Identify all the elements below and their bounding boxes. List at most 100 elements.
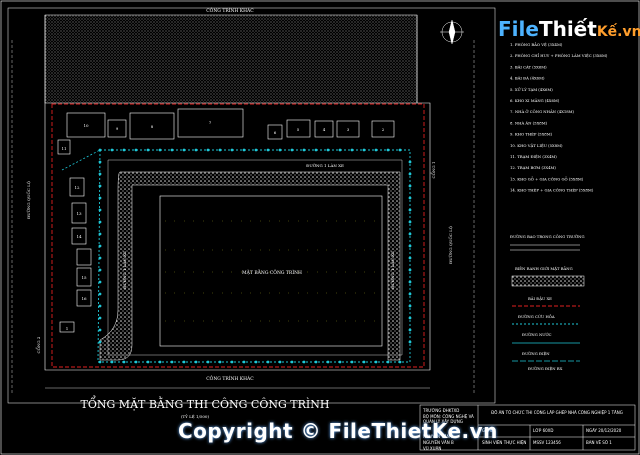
legend-item: 6. KHO XI MĂNG (4X6M) [510, 98, 560, 103]
light-point [408, 172, 412, 176]
road-left-label: ĐƯỜNG 1 LÀN XE [122, 251, 127, 289]
light-point [98, 232, 102, 236]
light-point [98, 328, 102, 332]
light-point [266, 148, 270, 152]
light-point [374, 148, 378, 152]
light-point [408, 184, 412, 188]
light-point [408, 232, 412, 236]
light-point [408, 196, 412, 200]
building-label: 7 [209, 120, 212, 125]
legend-item: 3. BÃI CÁT (5X6M) [510, 64, 547, 69]
light-point [408, 340, 412, 344]
legend-fence-label: ĐƯỜNG CỨU HỎA [518, 314, 555, 319]
left-buildings [57, 139, 92, 333]
light-point [98, 172, 102, 176]
light-point [182, 360, 186, 364]
light-point [408, 160, 412, 164]
light-point [98, 360, 102, 364]
light-point [408, 328, 412, 332]
light-point [98, 280, 102, 284]
light-point [158, 148, 162, 152]
gate-1-label: CỔNG 1 [431, 162, 436, 179]
legend-item: 4. BÃI ĐÁ (4X6M) [510, 76, 545, 81]
light-point [98, 184, 102, 188]
copyright-watermark: Copyright © FileThietKe.vn [178, 419, 498, 443]
light-point [98, 340, 102, 344]
light-point [408, 268, 412, 272]
light-point [170, 360, 174, 364]
light-point [408, 292, 412, 296]
light-point [98, 292, 102, 296]
building-label: 3 [347, 127, 350, 132]
light-point [146, 148, 150, 152]
building-label: 11 [61, 146, 66, 151]
light-point [98, 244, 102, 248]
light-point [290, 360, 294, 364]
building-label: 4 [323, 127, 326, 132]
light-point [362, 148, 366, 152]
light-point [350, 360, 354, 364]
building-label: 13 [76, 211, 82, 216]
light-point [408, 244, 412, 248]
legend-boundary-label: BIÊN RANH GIỚI MẶT BẰNG [515, 265, 573, 271]
legend-item: 14. KHO THÉP + GIA CÔNG THÉP (5X8M) [510, 188, 594, 193]
building-label: 12 [74, 185, 80, 190]
left-road-label: ĐƯỜNG QUỐC LỘ [26, 180, 31, 219]
light-point [314, 148, 318, 152]
legend-item: 13. KHO GỖ + GIA CÔNG GỖ (5X8M) [510, 176, 584, 181]
drawing-title: TỔNG MẶT BẰNG THI CÔNG CÔNG TRÌNH [81, 395, 330, 411]
light-point [182, 148, 186, 152]
bottom-road-label: CÔNG TRÌNH KHÁC [206, 374, 254, 382]
legend-perimeter-label: ĐƯỜNG BAO TRONG CÔNG TRƯỜNG [510, 234, 585, 239]
light-point [302, 360, 306, 364]
light-point [408, 304, 412, 308]
logo-part-3: Kế.vn [596, 24, 640, 40]
light-point [242, 148, 246, 152]
light-point [122, 148, 126, 152]
light-point [350, 148, 354, 152]
light-point [278, 360, 282, 364]
site-plan-drawing: 10 9 8 7 6 5 4 3 2 11 12 13 14 15 16 1 C… [0, 0, 640, 455]
light-point [98, 304, 102, 308]
building-label: 9 [116, 126, 119, 131]
north-arrow-icon [440, 19, 464, 45]
legend-power-label: ĐƯỜNG ĐIỆN [522, 351, 550, 356]
light-point [408, 208, 412, 212]
light-point [326, 360, 330, 364]
building-label: 8 [151, 124, 154, 129]
light-point [386, 148, 390, 152]
light-point [254, 148, 258, 152]
light-point [110, 148, 114, 152]
light-point [158, 360, 162, 364]
legend-item: 12. TRẠM BƠM (3X4M) [510, 165, 556, 170]
light-point [230, 360, 234, 364]
light-point [194, 148, 198, 152]
light-point [206, 148, 210, 152]
light-point [98, 256, 102, 260]
light-point [170, 148, 174, 152]
light-point [254, 360, 258, 364]
right-road-label: ĐƯỜNG QUỐC LỘ [448, 225, 453, 264]
legend-item: 8. NHÀ ĂN (5X8M) [510, 120, 548, 125]
light-point [242, 360, 246, 364]
light-point [408, 316, 412, 320]
light-point [326, 148, 330, 152]
light-point [218, 148, 222, 152]
legend-light-label: ĐƯỜNG ĐIỆN RX [528, 366, 563, 371]
light-point [98, 196, 102, 200]
top-road-label: CÔNG TRÌNH KHÁC [206, 6, 254, 14]
light-point [338, 148, 342, 152]
legend-item: 5. XỬ LÝ TẠM (4X6M) [510, 87, 553, 92]
tb-school: TRƯỜNG ĐHKTXD [423, 408, 460, 413]
light-point [206, 360, 210, 364]
light-point [302, 148, 306, 152]
building-label: 10 [83, 123, 89, 128]
light-point [266, 360, 270, 364]
light-point [122, 360, 126, 364]
building-label: 1 [66, 326, 69, 331]
road-top-label: ĐƯỜNG 1 LÀN XE [306, 163, 344, 168]
light-point [362, 360, 366, 364]
tb-project: ĐỒ ÁN TỔ CHỨC THI CÔNG LẮP GHÉP NHÀ CÔNG… [491, 410, 623, 415]
legend-item: 2. PHÒNG CHỈ HUY + PHÒNG LÀM VIỆC (3X6M) [510, 53, 608, 58]
light-point [98, 268, 102, 272]
